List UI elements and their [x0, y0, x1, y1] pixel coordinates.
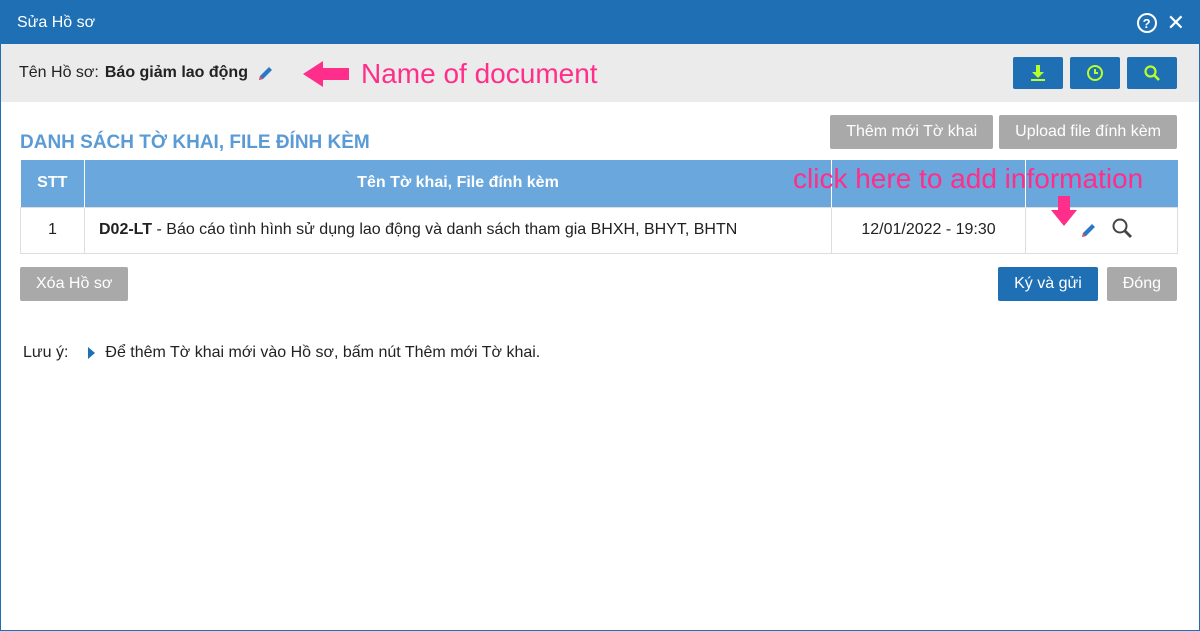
profile-name-bar: Tên Hồ sơ: Báo giảm lao động Name of doc… — [1, 44, 1199, 102]
cell-date: 12/01/2022 - 19:30 — [831, 206, 1026, 254]
list-action-buttons: Thêm mới Tờ khai Upload file đính kèm — [830, 115, 1177, 149]
toolbar-icon-buttons — [1013, 57, 1177, 89]
annotation-name-of-document: Name of document — [361, 58, 598, 89]
clock-icon — [1087, 65, 1103, 81]
profile-name-label: Tên Hồ sơ: — [19, 64, 99, 81]
download-icon — [1031, 65, 1045, 81]
view-declaration-search-icon[interactable] — [1111, 217, 1133, 244]
search-button[interactable] — [1127, 57, 1177, 89]
note: Lưu ý: Để thêm Tờ khai mới vào Hồ sơ, bấ… — [23, 344, 540, 362]
cell-stt: 1 — [20, 206, 85, 254]
declaration-code: D02-LT — [99, 221, 153, 238]
close-icon[interactable]: ✕ — [1167, 12, 1185, 34]
cell-actions — [1025, 206, 1178, 254]
edit-profile-dialog: Sửa Hồ sơ ? ✕ Tên Hồ sơ: Báo giảm lao độ… — [0, 0, 1200, 631]
column-header-name: Tên Tờ khai, File đính kèm — [84, 160, 832, 207]
declaration-separator: - — [152, 221, 167, 238]
upload-file-button[interactable]: Upload file đính kèm — [999, 115, 1177, 149]
note-text: Để thêm Tờ khai mới vào Hồ sơ, bấm nút T… — [105, 344, 541, 361]
arrow-left-icon — [303, 61, 349, 87]
cell-name: D02-LT - Báo cáo tình hình sử dụng lao đ… — [84, 206, 832, 254]
help-icon[interactable]: ? — [1136, 13, 1157, 33]
profile-name-value: Báo giảm lao động — [104, 64, 248, 81]
table-row: 1 D02-LT - Báo cáo tình hình sử dụng lao… — [20, 206, 1178, 254]
bottom-left-buttons: Xóa Hồ sơ — [20, 267, 129, 301]
title-controls: ? ✕ — [1136, 12, 1185, 34]
history-button[interactable] — [1070, 57, 1120, 89]
edit-declaration-pencil-icon[interactable] — [1079, 220, 1099, 240]
triangle-right-icon — [88, 347, 96, 359]
download-button[interactable] — [1013, 57, 1063, 89]
close-button[interactable]: Đóng — [1106, 267, 1177, 301]
bottom-right-buttons: Ký và gửi Đóng — [998, 267, 1177, 301]
note-label: Lưu ý: — [23, 344, 69, 361]
title-bar: Sửa Hồ sơ ? ✕ — [1, 1, 1199, 44]
annotation-click-here: click here to add information — [793, 163, 1144, 194]
pencil-icon[interactable] — [256, 63, 276, 83]
delete-profile-button[interactable]: Xóa Hồ sơ — [20, 267, 129, 301]
search-icon — [1144, 65, 1160, 81]
add-declaration-button[interactable]: Thêm mới Tờ khai — [830, 115, 994, 149]
column-header-stt: STT — [20, 160, 85, 207]
section-title: DANH SÁCH TỜ KHAI, FILE ĐÍNH KÈM — [20, 132, 370, 153]
arrow-down-icon — [1051, 196, 1077, 226]
dialog-title: Sửa Hồ sơ — [17, 13, 96, 31]
sign-and-send-button[interactable]: Ký và gửi — [998, 267, 1098, 301]
declaration-description: Báo cáo tình hình sử dụng lao động và da… — [166, 221, 738, 238]
